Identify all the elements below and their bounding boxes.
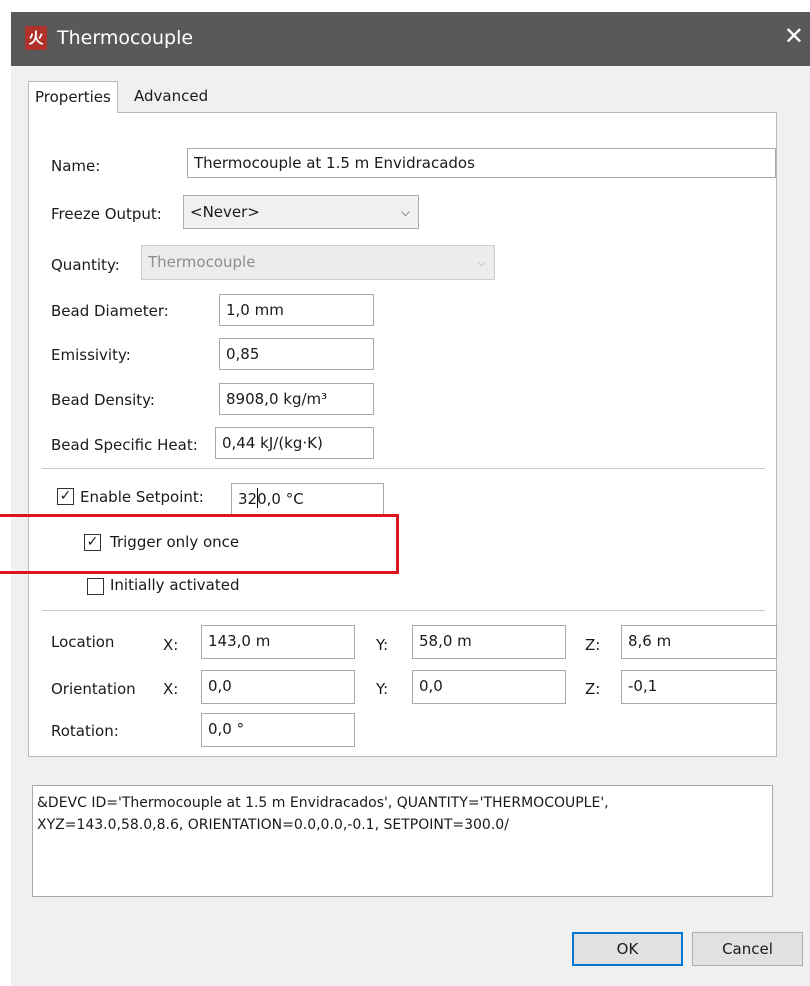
- emissivity-input[interactable]: 0,85: [219, 338, 374, 370]
- location-x-input[interactable]: 143,0 m: [201, 625, 355, 659]
- quantity-label: Quantity:: [51, 256, 120, 274]
- location-x-label: X:: [163, 636, 179, 654]
- text-cursor: [257, 488, 258, 508]
- location-y-label: Y:: [376, 636, 389, 654]
- orientation-label: Orientation: [51, 680, 136, 698]
- emissivity-label: Emissivity:: [51, 346, 131, 364]
- freeze-output-label: Freeze Output:: [51, 205, 162, 223]
- enable-setpoint-checkbox[interactable]: ✓: [57, 488, 74, 505]
- location-label: Location: [51, 633, 115, 651]
- cancel-button[interactable]: Cancel: [692, 932, 803, 966]
- orientation-x-input[interactable]: 0,0: [201, 670, 355, 704]
- setpoint-input[interactable]: 320,0 °C: [231, 483, 384, 515]
- orientation-y-label: Y:: [376, 680, 389, 698]
- fds-text-preview[interactable]: &DEVC ID='Thermocouple at 1.5 m Envidrac…: [32, 785, 773, 897]
- bead-diameter-label: Bead Diameter:: [51, 302, 169, 320]
- chevron-down-icon: ⌵: [400, 205, 410, 219]
- ok-button[interactable]: OK: [572, 932, 683, 966]
- freeze-output-value: <Never>: [190, 203, 260, 221]
- quantity-value: Thermocouple: [148, 253, 256, 271]
- name-input[interactable]: Thermocouple at 1.5 m Envidracados: [187, 148, 776, 178]
- orientation-x-label: X:: [163, 680, 179, 698]
- freeze-output-select[interactable]: <Never> ⌵: [183, 195, 419, 229]
- bead-specific-heat-input[interactable]: 0,44 kJ/(kg·K): [215, 427, 374, 459]
- orientation-z-label: Z:: [585, 680, 601, 698]
- tab-properties[interactable]: Properties: [28, 81, 118, 113]
- name-label: Name:: [51, 157, 101, 175]
- separator: [42, 610, 765, 611]
- orientation-z-input[interactable]: -0,1: [621, 670, 777, 704]
- title-bar[interactable]: 火 Thermocouple ✕: [11, 12, 810, 66]
- bead-specific-heat-label: Bead Specific Heat:: [51, 436, 198, 454]
- chevron-down-icon: ⌵: [476, 255, 486, 269]
- enable-setpoint-label[interactable]: Enable Setpoint:: [80, 488, 204, 506]
- separator: [42, 468, 765, 469]
- bead-density-input[interactable]: 8908,0 kg/m³: [219, 383, 374, 415]
- rotation-input[interactable]: 0,0 °: [201, 713, 355, 747]
- highlight-box: [0, 514, 399, 574]
- quantity-select: Thermocouple ⌵: [141, 245, 495, 280]
- location-y-input[interactable]: 58,0 m: [412, 625, 566, 659]
- rotation-label: Rotation:: [51, 722, 119, 740]
- location-z-input[interactable]: 8,6 m: [621, 625, 777, 659]
- initially-activated-checkbox[interactable]: [87, 578, 104, 595]
- tab-advanced[interactable]: Advanced: [128, 81, 214, 111]
- bead-density-label: Bead Density:: [51, 391, 155, 409]
- initially-activated-label[interactable]: Initially activated: [110, 576, 240, 594]
- orientation-y-input[interactable]: 0,0: [412, 670, 566, 704]
- window-title: Thermocouple: [57, 27, 194, 49]
- location-z-label: Z:: [585, 636, 601, 654]
- close-icon[interactable]: ✕: [784, 22, 804, 50]
- app-icon: 火: [25, 26, 47, 50]
- bead-diameter-input[interactable]: 1,0 mm: [219, 294, 374, 326]
